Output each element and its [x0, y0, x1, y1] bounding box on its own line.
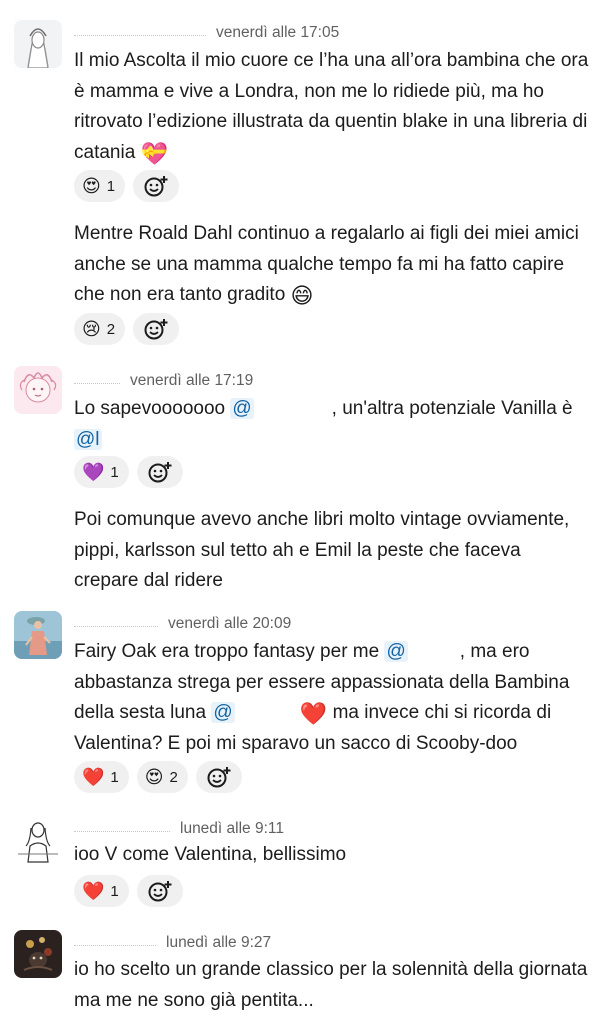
add-reaction-icon	[144, 176, 168, 197]
reaction-pill[interactable]: ❤️ 1	[74, 761, 129, 793]
message-body: Fairy Oak era troppo fantasy per me	[74, 641, 380, 662]
timestamp[interactable]: lunedì alle 9:27	[166, 934, 271, 952]
avatar[interactable]	[14, 20, 62, 68]
user-mention[interactable]: @	[384, 641, 408, 662]
reaction-pill[interactable]: 😢 2	[74, 313, 126, 345]
message-body: Poi comunque avevo anche libri molto vin…	[74, 509, 570, 591]
timestamp[interactable]: lunedì alle 9:11	[180, 820, 284, 838]
timestamp[interactable]: venerdì alle 17:19	[130, 372, 253, 390]
add-reaction-button[interactable]	[136, 456, 183, 488]
username-redacted[interactable]	[74, 625, 158, 627]
message-body: io ho scelto un grande classico per la s…	[74, 959, 588, 1011]
reaction-bar: ❤️ 1	[74, 875, 183, 907]
add-reaction-button[interactable]	[133, 170, 180, 202]
reaction-count: 1	[110, 882, 119, 900]
red-heart-emoji: ❤️	[299, 701, 328, 726]
add-reaction-icon	[148, 462, 172, 483]
message-body: Lo sapevooooooo	[74, 398, 226, 419]
message-text: Poi comunque avevo anche libri molto vin…	[74, 505, 590, 597]
reaction-bar: 😢 2	[74, 313, 180, 345]
reaction-bar: 💜 1	[74, 456, 183, 488]
reaction-count: 2	[169, 768, 178, 786]
heart-eyes-emoji: 😍	[82, 176, 101, 196]
reaction-pill[interactable]: 😍 2	[136, 761, 188, 793]
reaction-count: 1	[110, 768, 119, 786]
heart-eyes-emoji: 😍	[144, 767, 164, 787]
message-body: ioo V come Valentina, bellissimo	[74, 844, 347, 865]
user-mention[interactable]: @	[211, 702, 235, 723]
avatar[interactable]	[14, 930, 62, 978]
message-text: Mentre Roald Dahl continuo a regalarlo a…	[74, 219, 590, 311]
message-text: ioo V come Valentina, bellissimo	[74, 840, 590, 871]
user-mention[interactable]: @l	[74, 428, 102, 450]
add-reaction-button[interactable]	[136, 875, 183, 907]
purple-heart-emoji: 💜	[82, 462, 105, 482]
avatar[interactable]	[14, 816, 62, 864]
reaction-bar: ❤️ 1 😍 2	[74, 761, 242, 793]
username-redacted[interactable]	[74, 34, 206, 36]
reaction-count: 2	[106, 320, 116, 338]
crying-emoji: 😢	[82, 319, 101, 339]
reaction-bar: 😍 1	[74, 170, 180, 202]
message-text: Fairy Oak era troppo fantasy per me @, m…	[74, 637, 590, 759]
add-reaction-icon	[148, 881, 172, 902]
message-text: io ho scelto un grande classico per la s…	[74, 955, 590, 1016]
add-reaction-icon	[144, 319, 168, 340]
message-body: Mentre Roald Dahl continuo a regalarlo a…	[74, 223, 579, 305]
reaction-pill[interactable]: 💜 1	[74, 456, 129, 488]
avatar[interactable]	[14, 611, 62, 659]
user-mention[interactable]: @	[230, 398, 254, 419]
grinning-emoji: 😄	[290, 283, 314, 308]
username-redacted[interactable]	[74, 944, 156, 946]
gift-heart-emoji: 💝	[140, 140, 168, 166]
add-reaction-icon	[207, 767, 231, 788]
reaction-count: 1	[106, 177, 116, 195]
message-body: , un'altra potenziale Vanilla è	[331, 398, 573, 419]
message-text: Lo sapevooooooo @ , un'altra potenziale V…	[74, 394, 590, 455]
username-redacted[interactable]	[74, 830, 170, 832]
add-reaction-button[interactable]	[195, 761, 242, 793]
reaction-pill[interactable]: ❤️ 1	[74, 875, 129, 907]
add-reaction-button[interactable]	[133, 313, 180, 345]
timestamp[interactable]: venerdì alle 20:09	[168, 615, 291, 633]
avatar[interactable]	[14, 366, 62, 414]
reaction-pill[interactable]: 😍 1	[74, 170, 126, 202]
red-heart-emoji: ❤️	[82, 767, 105, 787]
red-heart-emoji: ❤️	[82, 881, 105, 901]
reaction-count: 1	[110, 463, 119, 481]
message-text: Il mio Ascolta il mio cuore ce l’ha una …	[74, 46, 590, 168]
username-redacted[interactable]	[74, 382, 120, 384]
timestamp[interactable]: venerdì alle 17:05	[216, 24, 339, 42]
message-feed: venerdì alle 17:05 Il mio Ascolta il mio…	[0, 0, 600, 1024]
